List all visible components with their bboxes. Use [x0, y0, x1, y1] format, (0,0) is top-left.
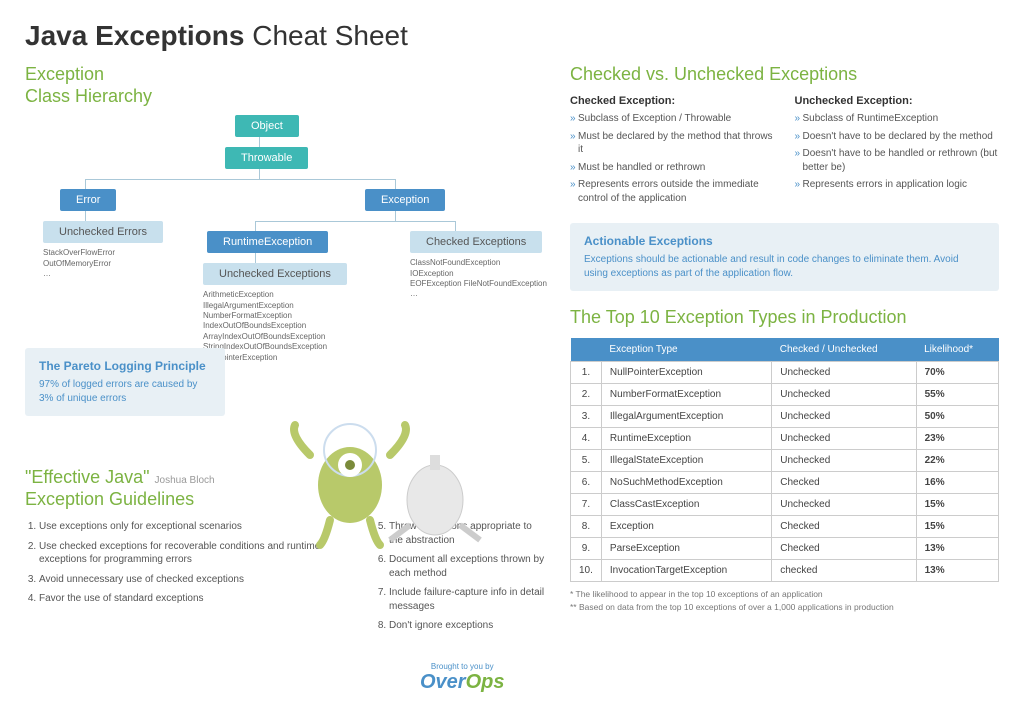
cvu-heading: Checked vs. Unchecked Exceptions: [570, 64, 999, 85]
checked-examples: ClassNotFoundException IOException EOFEx…: [410, 258, 547, 300]
node-unchecked-exceptions: Unchecked Exceptions: [203, 263, 347, 285]
unchecked-points: Subclass of RuntimeExceptionDoesn't have…: [795, 112, 1000, 192]
error-examples: StackOverFlowError OutOfMemoryError …: [43, 248, 115, 279]
node-exception: Exception: [365, 189, 445, 211]
unchecked-subhead: Unchecked Exception:: [795, 95, 1000, 107]
node-checked-exceptions: Checked Exceptions: [410, 231, 542, 253]
brand-logo: Brought to you by OverOps: [420, 662, 505, 694]
hierarchy-heading: ExceptionClass Hierarchy: [25, 64, 545, 107]
mascot-illustration: [280, 395, 490, 555]
node-throwable: Throwable: [225, 147, 308, 169]
node-error: Error: [60, 189, 116, 211]
top10-heading: The Top 10 Exception Types in Production: [570, 307, 999, 328]
top10-table: Exception TypeChecked / UncheckedLikelih…: [570, 338, 999, 582]
node-runtime-exception: RuntimeException: [207, 231, 328, 253]
checked-points: Subclass of Exception / ThrowableMust be…: [570, 112, 775, 205]
node-object: Object: [235, 115, 299, 137]
page-title: Java Exceptions Cheat Sheet: [25, 20, 999, 52]
node-unchecked-errors: Unchecked Errors: [43, 221, 163, 243]
table-footnotes: * The likelihood to appear in the top 10…: [570, 588, 999, 614]
actionable-callout: Actionable Exceptions Exceptions should …: [570, 223, 999, 291]
checked-subhead: Checked Exception:: [570, 95, 775, 107]
pareto-callout: The Pareto Logging Principle 97% of logg…: [25, 348, 225, 416]
